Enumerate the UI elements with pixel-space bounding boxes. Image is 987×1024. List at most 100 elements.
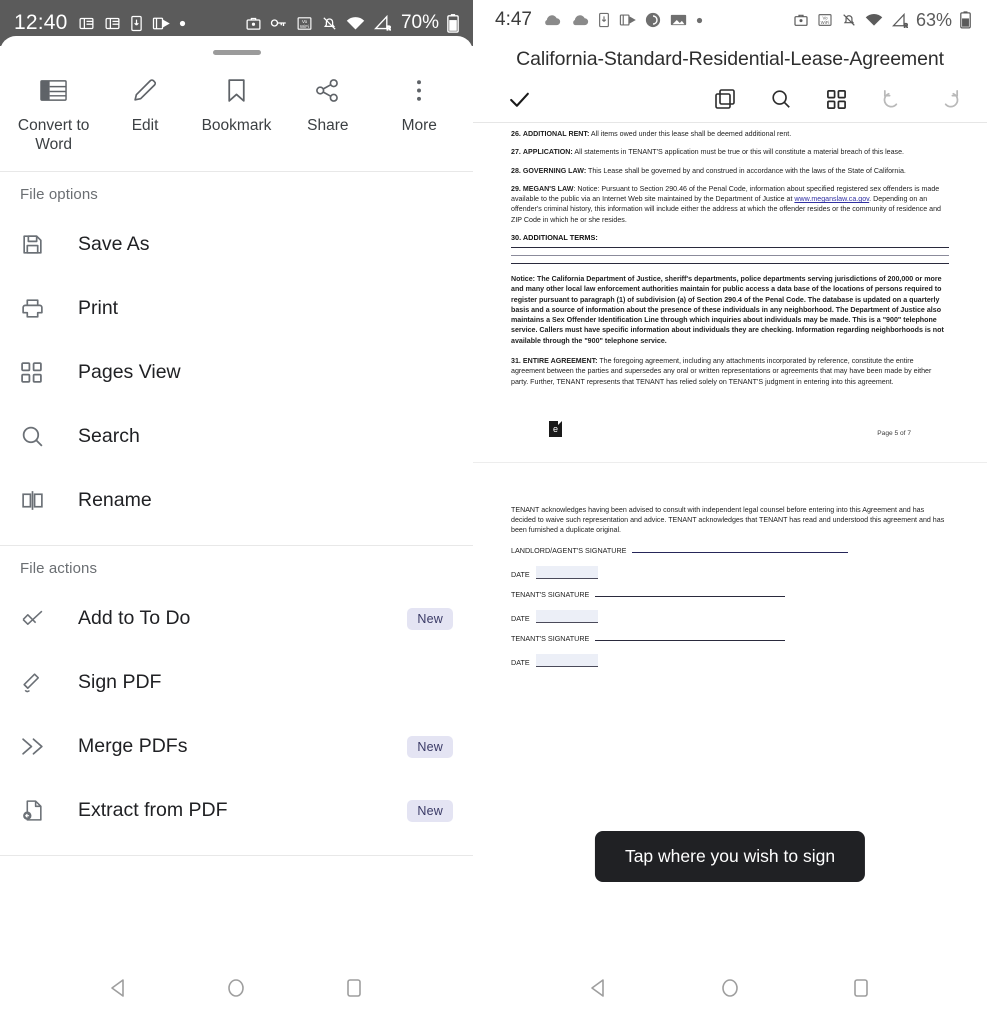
clause-30-additional-terms-heading: 30. ADDITIONAL TERMS: bbox=[511, 232, 598, 242]
search-icon[interactable] bbox=[770, 88, 792, 115]
right-phone-panel: 4:47 Vo WiFi R 63% California-Standard-R… bbox=[473, 0, 987, 1024]
home-circle-icon[interactable] bbox=[225, 977, 247, 1004]
section-file-options: File options Save As Print Pages View Se… bbox=[0, 172, 473, 533]
office-lens-icon bbox=[78, 15, 95, 32]
status-bar-time: 4:47 bbox=[495, 9, 532, 30]
tenant-acknowledgement: TENANT acknowledges having been advised … bbox=[511, 505, 945, 535]
back-triangle-icon[interactable] bbox=[588, 977, 610, 1004]
date-field-tenant-1[interactable]: DATE bbox=[511, 609, 949, 623]
cloud-icon bbox=[542, 13, 561, 27]
menu-item-sign-pdf[interactable]: Sign PDF bbox=[0, 651, 473, 715]
date-line[interactable] bbox=[535, 653, 598, 667]
date-field-landlord[interactable]: DATE bbox=[511, 565, 949, 579]
signal-roaming-icon: R bbox=[373, 15, 391, 31]
cloud-icon-2 bbox=[570, 13, 589, 27]
menu-item-merge-pdfs[interactable]: Merge PDFs New bbox=[0, 715, 473, 779]
clause-31-number: 31. bbox=[511, 356, 521, 365]
pages-grid-icon[interactable] bbox=[826, 89, 847, 115]
signature-block: LANDLORD/AGENT'S SIGNATURE DATE TENANT'S… bbox=[511, 546, 949, 667]
notifications-off-icon bbox=[321, 15, 338, 32]
clause-28: 28. GOVERNING LAW: This Lease shall be g… bbox=[511, 166, 949, 176]
date-field-label: DATE bbox=[511, 569, 530, 579]
printer-icon bbox=[20, 296, 78, 321]
date-line[interactable] bbox=[535, 609, 598, 623]
page-title: California-Standard-Residential-Lease-Ag… bbox=[516, 48, 944, 70]
signature-field-tenant-2[interactable]: TENANT'S SIGNATURE bbox=[511, 634, 949, 643]
page-number-label: Page 5 of 7 bbox=[877, 429, 911, 437]
quick-action-bookmark[interactable]: Bookmark bbox=[193, 73, 279, 135]
check-icon[interactable] bbox=[507, 87, 532, 117]
blank-line bbox=[511, 254, 949, 256]
menu-item-label: Rename bbox=[78, 489, 152, 512]
wifi-icon bbox=[346, 16, 365, 31]
quick-action-label: Bookmark bbox=[201, 117, 272, 134]
date-line[interactable] bbox=[535, 565, 598, 579]
menu-item-rename[interactable]: Rename bbox=[0, 469, 473, 533]
double-chevron-right-icon bbox=[20, 734, 78, 759]
recents-square-icon[interactable] bbox=[343, 977, 365, 1004]
menu-item-label: Add to To Do bbox=[78, 607, 191, 630]
menu-item-label: Save As bbox=[78, 233, 150, 256]
quick-action-edit[interactable]: Edit bbox=[102, 73, 188, 135]
svg-text:R: R bbox=[904, 23, 908, 28]
more-vertical-icon bbox=[376, 73, 462, 107]
clause-28-number: 28. bbox=[511, 166, 521, 175]
signature-field-label: LANDLORD/AGENT'S SIGNATURE bbox=[511, 545, 627, 555]
clause-26-heading: ADDITIONAL RENT: bbox=[522, 130, 590, 138]
floppy-save-icon bbox=[20, 232, 78, 257]
quick-action-label: More bbox=[401, 117, 437, 134]
recents-square-icon[interactable] bbox=[850, 977, 872, 1004]
extract-file-icon bbox=[20, 798, 78, 823]
briefcase-icon bbox=[245, 15, 262, 32]
quick-actions-bar: W Convert to Word Edit Bookmark Share Mo… bbox=[0, 55, 473, 172]
download-icon bbox=[598, 12, 610, 28]
signature-field-landlord[interactable]: LANDLORD/AGENT'S SIGNATURE bbox=[511, 546, 949, 555]
menu-item-pages-view[interactable]: Pages View bbox=[0, 341, 473, 405]
rename-icon bbox=[20, 488, 78, 513]
status-bar-system-icons: Vo WiFi R 63% bbox=[793, 10, 971, 31]
right-status-bar: 4:47 Vo WiFi R 63% bbox=[473, 0, 987, 40]
signature-field-tenant-1[interactable]: TENANT'S SIGNATURE bbox=[511, 590, 949, 599]
status-badge: New bbox=[407, 735, 453, 758]
menu-item-print[interactable]: Print bbox=[0, 277, 473, 341]
menu-item-save-as[interactable]: Save As bbox=[0, 213, 473, 277]
search-icon bbox=[20, 424, 78, 449]
menu-item-add-to-to-do[interactable]: Add to To Do New bbox=[0, 587, 473, 651]
menu-item-search[interactable]: Search bbox=[0, 405, 473, 469]
signature-line[interactable] bbox=[595, 640, 786, 642]
undo-icon[interactable] bbox=[881, 88, 904, 116]
quick-action-convert-to-word[interactable]: W Convert to Word bbox=[11, 73, 97, 155]
quick-action-more[interactable]: More bbox=[376, 73, 462, 135]
clause-27-body: All statements in TENANT'S application m… bbox=[572, 148, 905, 157]
date-field-tenant-2[interactable]: DATE bbox=[511, 653, 949, 667]
battery-icon bbox=[447, 13, 459, 33]
clause-28-heading: GOVERNING LAW: bbox=[522, 166, 587, 175]
quick-action-share[interactable]: Share bbox=[285, 73, 371, 135]
clause-26-body: All items owed under this lease shall be… bbox=[589, 130, 792, 138]
signature-line[interactable] bbox=[632, 551, 849, 554]
outlook-icon bbox=[619, 12, 636, 28]
esign-document-icon: e bbox=[549, 420, 562, 437]
date-field-label: DATE bbox=[511, 657, 530, 667]
menu-item-label: Extract from PDF bbox=[78, 799, 228, 822]
menu-item-label: Merge PDFs bbox=[78, 735, 188, 758]
signature-line[interactable] bbox=[595, 596, 786, 598]
clause-26: 26. ADDITIONAL RENT: All items owed unde… bbox=[511, 129, 949, 139]
date-field-label: DATE bbox=[511, 613, 530, 623]
quick-action-label: Convert to Word bbox=[17, 117, 90, 154]
left-android-nav-bar bbox=[0, 956, 473, 1024]
home-circle-icon[interactable] bbox=[719, 977, 741, 1004]
grid-pages-icon bbox=[20, 361, 78, 384]
status-badge: New bbox=[407, 607, 453, 630]
document-toolbar bbox=[473, 81, 987, 123]
svg-text:R: R bbox=[387, 26, 391, 31]
menu-item-extract-from-pdf[interactable]: Extract from PDF New bbox=[0, 779, 473, 843]
bottom-sheet: W Convert to Word Edit Bookmark Share Mo… bbox=[0, 36, 473, 1024]
redo-icon[interactable] bbox=[938, 88, 961, 116]
check-pen-icon bbox=[20, 606, 78, 631]
copy-icon[interactable] bbox=[714, 88, 736, 115]
back-triangle-icon[interactable] bbox=[108, 977, 130, 1004]
additional-terms-blank-lines bbox=[511, 246, 949, 264]
meganslaw-link[interactable]: www.meganslaw.ca.gov bbox=[794, 195, 869, 203]
signature-hint-toast: Tap where you wish to sign bbox=[594, 831, 866, 882]
